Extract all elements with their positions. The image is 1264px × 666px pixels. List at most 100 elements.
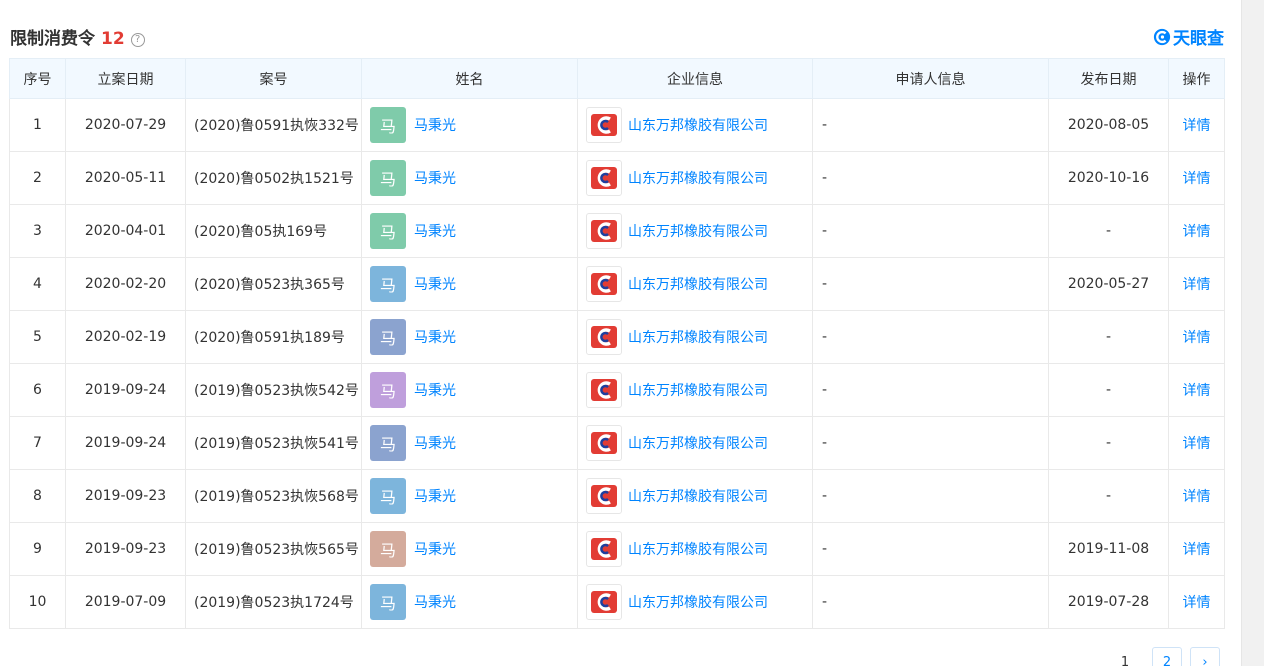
case-number: (2019)鲁0523执恢542号 xyxy=(185,363,362,417)
detail-link[interactable]: 详情 xyxy=(1183,224,1211,240)
company-logo-icon xyxy=(591,273,617,295)
detail-cell: 详情 xyxy=(1168,98,1225,152)
company-logo-icon xyxy=(591,485,617,507)
table-row: 1 2020-07-29 (2020)鲁0591执恢332号马马秉光 山东万邦橡胶有限… xyxy=(9,98,1225,152)
table-row: 4 2020-02-20 (2020)鲁0523执365号马马秉光 山东万邦橡胶有限公… xyxy=(9,257,1225,311)
company-logo xyxy=(586,213,622,249)
table-row: 7 2019-09-24 (2019)鲁0523执恢541号马马秉光 山东万邦橡胶有限… xyxy=(9,416,1225,470)
detail-cell: 详情 xyxy=(1168,469,1225,523)
column-header: 案号 xyxy=(185,58,362,99)
detail-cell: 详情 xyxy=(1168,257,1225,311)
person-name-link[interactable]: 马秉光 xyxy=(414,539,456,559)
detail-cell: 详情 xyxy=(1168,416,1225,470)
company-logo xyxy=(586,425,622,461)
person-name-link[interactable]: 马秉光 xyxy=(414,380,456,400)
person-name-link[interactable]: 马秉光 xyxy=(414,327,456,347)
table-row: 6 2019-09-24 (2019)鲁0523执恢542号马马秉光 山东万邦橡胶有限… xyxy=(9,363,1225,417)
table-row: 8 2019-09-23 (2019)鲁0523执恢568号马马秉光 山东万邦橡胶有限… xyxy=(9,469,1225,523)
person-name-link[interactable]: 马秉光 xyxy=(414,592,456,612)
person-name-link[interactable]: 马秉光 xyxy=(414,168,456,188)
filing-date: 2020-07-29 xyxy=(65,98,186,152)
section-header: 限制消费令 12? 天眼查 xyxy=(10,22,1224,49)
detail-link[interactable]: 详情 xyxy=(1183,171,1211,187)
company-name-link[interactable]: 山东万邦橡胶有限公司 xyxy=(628,592,768,612)
page-scrollbar[interactable] xyxy=(1241,0,1264,666)
applicant-info: - xyxy=(812,98,1049,152)
detail-link[interactable]: 详情 xyxy=(1183,383,1211,399)
brand-name: 天眼查 xyxy=(1173,29,1224,49)
section-title: 限制消费令 12? xyxy=(10,24,145,49)
company-name-link[interactable]: 山东万邦橡胶有限公司 xyxy=(628,539,768,559)
page-current[interactable]: 1 xyxy=(1110,647,1140,666)
detail-link[interactable]: 详情 xyxy=(1183,118,1211,134)
applicant-info: - xyxy=(812,469,1049,523)
company-logo xyxy=(586,319,622,355)
filing-date: 2019-09-23 xyxy=(65,522,186,576)
column-header: 姓名 xyxy=(361,58,578,99)
applicant-info: - xyxy=(812,575,1049,629)
person-name-link[interactable]: 马秉光 xyxy=(414,115,456,135)
case-number: (2020)鲁0591执恢332号 xyxy=(185,98,362,152)
publish-date: - xyxy=(1048,469,1169,523)
person-cell: 马马秉光 xyxy=(361,469,578,523)
company-cell: 山东万邦橡胶有限公司 xyxy=(577,98,813,152)
detail-link[interactable]: 详情 xyxy=(1183,542,1211,558)
column-header: 立案日期 xyxy=(65,58,186,99)
case-number: (2020)鲁0591执189号 xyxy=(185,310,362,364)
detail-link[interactable]: 详情 xyxy=(1183,436,1211,452)
detail-link[interactable]: 详情 xyxy=(1183,330,1211,346)
company-logo-icon xyxy=(591,591,617,613)
company-name-link[interactable]: 山东万邦橡胶有限公司 xyxy=(628,221,768,241)
help-icon[interactable]: ? xyxy=(130,33,145,47)
company-cell: 山东万邦橡胶有限公司 xyxy=(577,522,813,576)
company-name-link[interactable]: 山东万邦橡胶有限公司 xyxy=(628,433,768,453)
tianyancha-logo-icon xyxy=(1153,28,1171,45)
avatar: 马 xyxy=(370,425,406,461)
company-logo-icon xyxy=(591,114,617,136)
applicant-info: - xyxy=(812,416,1049,470)
avatar: 马 xyxy=(370,107,406,143)
person-name-link[interactable]: 马秉光 xyxy=(414,486,456,506)
company-cell: 山东万邦橡胶有限公司 xyxy=(577,575,813,629)
row-number: 6 xyxy=(9,363,66,417)
table-row: 2 2020-05-11 (2020)鲁0502执1521号马马秉光 山东万邦橡胶有限… xyxy=(9,151,1225,205)
company-name-link[interactable]: 山东万邦橡胶有限公司 xyxy=(628,327,768,347)
company-name-link[interactable]: 山东万邦橡胶有限公司 xyxy=(628,168,768,188)
avatar: 马 xyxy=(370,531,406,567)
publish-date: - xyxy=(1048,416,1169,470)
company-name-link[interactable]: 山东万邦橡胶有限公司 xyxy=(628,115,768,135)
company-name-link[interactable]: 山东万邦橡胶有限公司 xyxy=(628,274,768,294)
person-name-link[interactable]: 马秉光 xyxy=(414,274,456,294)
detail-cell: 详情 xyxy=(1168,522,1225,576)
table-header-row: 序号 立案日期 案号 姓名 企业信息 申请人信息 发布日期 操作 xyxy=(9,58,1225,99)
row-number: 7 xyxy=(9,416,66,470)
publish-date: 2019-07-28 xyxy=(1048,575,1169,629)
publish-date: 2020-08-05 xyxy=(1048,98,1169,152)
row-number: 10 xyxy=(9,575,66,629)
filing-date: 2020-02-19 xyxy=(65,310,186,364)
company-logo-icon xyxy=(591,220,617,242)
company-logo-icon xyxy=(591,538,617,560)
person-name-link[interactable]: 马秉光 xyxy=(414,221,456,241)
company-name-link[interactable]: 山东万邦橡胶有限公司 xyxy=(628,486,768,506)
case-number: (2020)鲁05执169号 xyxy=(185,204,362,258)
company-cell: 山东万邦橡胶有限公司 xyxy=(577,310,813,364)
case-number: (2019)鲁0523执恢541号 xyxy=(185,416,362,470)
filing-date: 2020-02-20 xyxy=(65,257,186,311)
table-row: 5 2020-02-19 (2020)鲁0591执189号马马秉光 山东万邦橡胶有限公… xyxy=(9,310,1225,364)
case-number: (2020)鲁0523执365号 xyxy=(185,257,362,311)
next-page-button[interactable]: › xyxy=(1190,647,1220,666)
pagination: 1 2 › xyxy=(1110,647,1228,666)
person-name-link[interactable]: 马秉光 xyxy=(414,433,456,453)
detail-link[interactable]: 详情 xyxy=(1183,489,1211,505)
person-cell: 马马秉光 xyxy=(361,257,578,311)
page-2-button[interactable]: 2 xyxy=(1152,647,1182,666)
filing-date: 2019-09-24 xyxy=(65,363,186,417)
publish-date: - xyxy=(1048,363,1169,417)
detail-link[interactable]: 详情 xyxy=(1183,277,1211,293)
company-logo xyxy=(586,531,622,567)
company-name-link[interactable]: 山东万邦橡胶有限公司 xyxy=(628,380,768,400)
company-cell: 山东万邦橡胶有限公司 xyxy=(577,469,813,523)
avatar: 马 xyxy=(370,160,406,196)
detail-link[interactable]: 详情 xyxy=(1183,595,1211,611)
